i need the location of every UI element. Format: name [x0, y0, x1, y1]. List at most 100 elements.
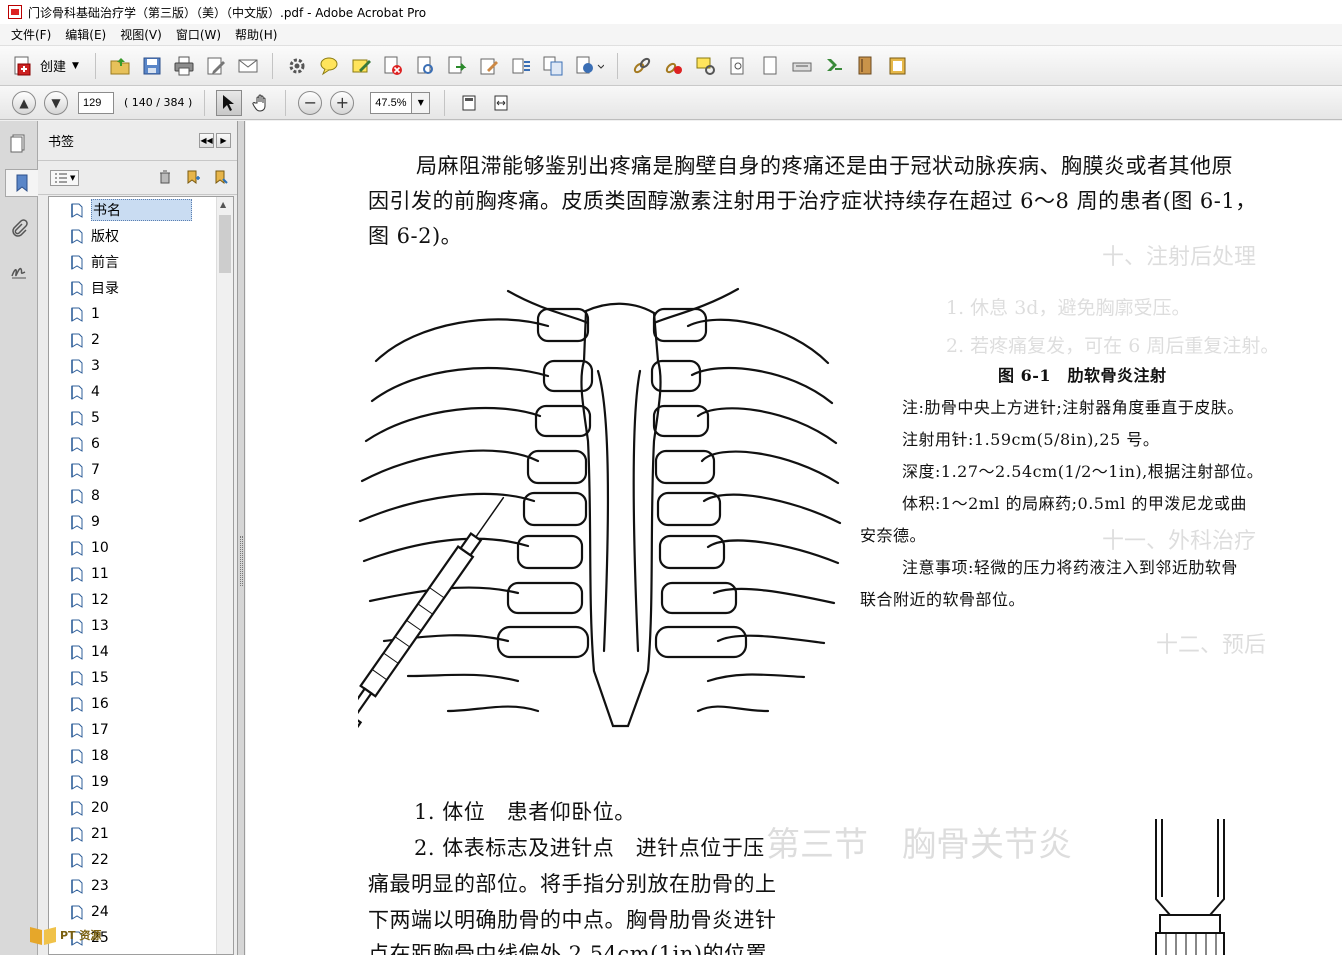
create-button[interactable]: 创建 ▼	[8, 52, 87, 80]
highlight-icon[interactable]	[350, 55, 372, 77]
bookmark-item[interactable]: 22	[49, 847, 233, 873]
zoom-dropdown-button[interactable]: ▼	[412, 91, 431, 114]
bookmark-list[interactable]: 书名 版权 前言 目录 1 2 3 4 5 6 7 8 9 10 11 12 13 14 15 16 17 18 19 20 2…	[48, 196, 234, 955]
showthrough-text: 1. 休息 3d，避免胸廓受压。	[946, 297, 1191, 319]
menu-help[interactable]: 帮助(H)	[228, 24, 284, 46]
menu-bar: 文件(F) 编辑(E) 视图(V) 窗口(W) 帮助(H)	[0, 24, 1342, 46]
bookmark-item[interactable]: 8	[49, 483, 233, 509]
scroll-up-icon[interactable]: ▲	[220, 200, 226, 209]
next-page-button[interactable]: ▼	[44, 90, 68, 115]
bookmark-item[interactable]: 2	[49, 327, 233, 353]
bookmark-item[interactable]: 18	[49, 743, 233, 769]
toolbar-separator	[271, 52, 273, 79]
link-icon[interactable]	[631, 55, 653, 77]
collapse-panel-button[interactable]: ◀◀	[199, 133, 214, 148]
scan-icon[interactable]	[791, 55, 813, 77]
previous-page-button[interactable]: ▲	[12, 90, 36, 115]
form-icon[interactable]	[510, 55, 532, 77]
bookmark-item[interactable]: 4	[49, 379, 233, 405]
bookmark-item[interactable]: 书名	[49, 197, 233, 223]
save-icon[interactable]	[141, 55, 163, 77]
zoom-input[interactable]	[370, 91, 413, 114]
combine-icon[interactable]	[542, 55, 564, 77]
scrollbar-thumb[interactable]	[219, 215, 231, 273]
panel-options-button[interactable]: ▶	[216, 133, 231, 148]
pages-icon	[10, 134, 25, 153]
bookmark-item[interactable]: 版权	[49, 223, 233, 249]
bookmark-item[interactable]: 1	[49, 301, 233, 327]
menu-window[interactable]: 窗口(W)	[169, 24, 228, 46]
bookmark-item[interactable]: 23	[49, 873, 233, 899]
page-thumbnails-button[interactable]	[5, 129, 33, 157]
open-book-icon	[30, 927, 56, 945]
edit-icon[interactable]	[205, 55, 227, 77]
print-icon[interactable]	[173, 55, 195, 77]
page-count: ( 140 / 384 )	[124, 96, 193, 109]
page-icon[interactable]	[759, 55, 781, 77]
document-view[interactable]: 十、注射后处理 1. 休息 3d，避免胸廓受压。 2. 若疼痛复发，可在 6 周…	[246, 121, 1342, 955]
zoom-out-button[interactable]: −	[298, 90, 323, 115]
bookmark-item[interactable]: 21	[49, 821, 233, 847]
syringe-illustration	[1155, 819, 1225, 955]
figure-title: 图 6-1 肋软骨炎注射	[998, 366, 1167, 385]
expand-bookmark-button[interactable]	[213, 169, 229, 188]
menu-edit[interactable]: 编辑(E)	[58, 24, 113, 46]
hand-tool-button[interactable]	[248, 90, 274, 116]
unlink-icon[interactable]	[663, 55, 685, 77]
bookmark-item[interactable]: 3	[49, 353, 233, 379]
bookmark-item[interactable]: 19	[49, 769, 233, 795]
bookmark-item[interactable]: 前言	[49, 249, 233, 275]
attachments-button[interactable]	[5, 215, 33, 243]
share-icon[interactable]	[574, 55, 604, 77]
bookmark-item[interactable]: 17	[49, 717, 233, 743]
bookmark-item[interactable]: 6	[49, 431, 233, 457]
bookmark-item[interactable]: 9	[49, 509, 233, 535]
bookmark-label: 23	[91, 878, 109, 894]
select-tool-button[interactable]	[216, 89, 243, 116]
bookmark-label: 5	[91, 410, 100, 426]
bookmark-item[interactable]: 11	[49, 561, 233, 587]
cursor-icon	[223, 94, 235, 111]
bookmark-item[interactable]: 13	[49, 613, 233, 639]
bookmark-icon	[71, 567, 83, 582]
signatures-button[interactable]	[5, 257, 33, 285]
new-bookmark-button[interactable]	[185, 169, 201, 188]
bookmark-item[interactable]: 7	[49, 457, 233, 483]
delete-bookmark-button[interactable]	[157, 169, 173, 188]
email-icon[interactable]	[237, 55, 259, 77]
bookmark-item[interactable]: 12	[49, 587, 233, 613]
comment-icon[interactable]	[318, 55, 340, 77]
bookmark-scrollbar[interactable]: ▲	[216, 197, 233, 954]
bookmark-item[interactable]: 5	[49, 405, 233, 431]
fit-page-button[interactable]	[456, 90, 482, 116]
menu-file[interactable]: 文件(F)	[4, 24, 58, 46]
bookmark-item[interactable]: 16	[49, 691, 233, 717]
menu-view[interactable]: 视图(V)	[113, 24, 169, 46]
fit-width-button[interactable]	[488, 90, 514, 116]
new-bookmark-icon	[187, 170, 200, 184]
tools-icon[interactable]	[823, 55, 845, 77]
delete-page-icon[interactable]	[382, 55, 404, 77]
pages-icon[interactable]	[887, 55, 909, 77]
paragraph-line: 局麻阻滞能够鉴别出疼痛是胸壁自身的疼痛还是由于冠状动脉疾病、胸膜炎或者其他原	[416, 154, 1233, 178]
bookmark-item[interactable]: 目录	[49, 275, 233, 301]
bookmark-item[interactable]: 20	[49, 795, 233, 821]
sign-icon[interactable]	[478, 55, 500, 77]
paragraph-line: 因引发的前胸疼痛。皮质类固醇激素注射用于治疗症状持续存在超过 6～8 周的患者(…	[368, 189, 1257, 213]
bookmark-icon	[71, 879, 83, 894]
bookmark-item[interactable]: 15	[49, 665, 233, 691]
book-icon[interactable]	[855, 55, 877, 77]
page-number-input[interactable]	[78, 91, 114, 114]
bookmark-item[interactable]: 10	[49, 535, 233, 561]
open-folder-icon[interactable]	[109, 55, 131, 77]
bookmarks-button[interactable]	[5, 169, 38, 197]
document-icon[interactable]	[414, 55, 436, 77]
options-menu-button[interactable]: ▼	[50, 169, 80, 186]
attach-icon[interactable]	[727, 55, 749, 77]
bookmark-item[interactable]: 14	[49, 639, 233, 665]
review-icon[interactable]	[695, 55, 717, 77]
gear-icon[interactable]	[286, 55, 308, 77]
panel-splitter[interactable]	[238, 121, 245, 955]
export-icon[interactable]	[446, 55, 468, 77]
zoom-in-button[interactable]: +	[330, 90, 355, 115]
